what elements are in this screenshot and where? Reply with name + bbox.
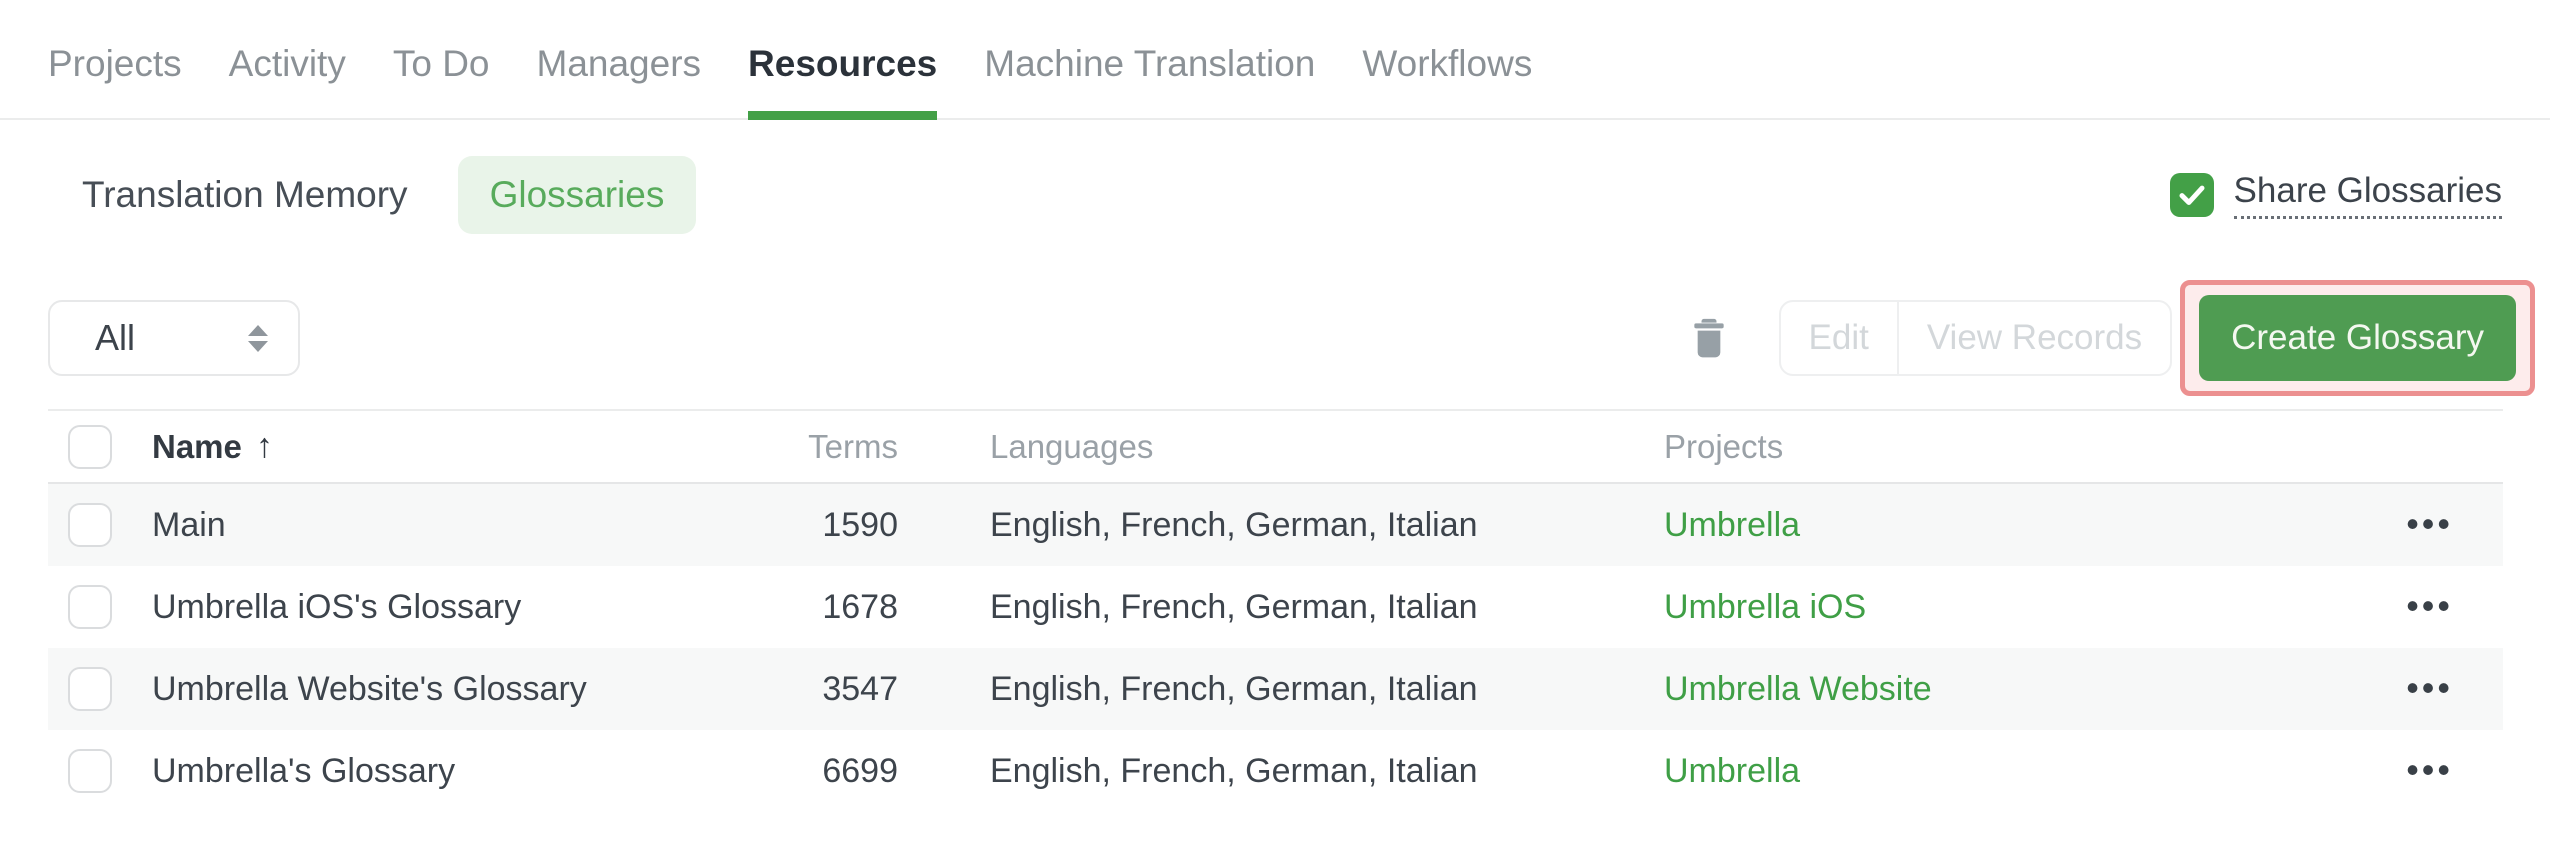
row-checkbox-cell	[48, 749, 152, 793]
main-nav: Projects Activity To Do Managers Resourc…	[0, 0, 2550, 120]
glossary-terms-count: 1590	[822, 505, 898, 544]
checkmark-icon	[2177, 180, 2207, 210]
row-checkbox[interactable]	[68, 585, 112, 629]
header-checkbox-cell	[48, 424, 152, 469]
glossary-filter-value: All	[95, 317, 136, 358]
glossary-name: Main	[152, 505, 226, 544]
glossary-toolbar: All Edit View Records Create Glossary	[48, 280, 2535, 396]
ellipsis-icon: •••	[2406, 748, 2453, 790]
row-menu-button[interactable]: •••	[2406, 748, 2453, 790]
trash-icon	[1689, 316, 1729, 360]
share-glossaries-label[interactable]: Share Glossaries	[2233, 171, 2502, 219]
nav-tab-projects[interactable]: Projects	[48, 44, 182, 118]
nav-tab-managers[interactable]: Managers	[537, 44, 702, 118]
toolbar-actions: Edit View Records Create Glossary	[1689, 280, 2535, 396]
row-menu-button[interactable]: •••	[2406, 666, 2453, 708]
glossary-terms-count: 3547	[822, 669, 898, 708]
glossary-name: Umbrella iOS's Glossary	[152, 587, 522, 626]
sort-ascending-icon: ↑	[255, 427, 273, 465]
project-link[interactable]: Umbrella	[1664, 752, 1800, 790]
select-all-checkbox[interactable]	[68, 424, 112, 469]
resource-subtabs: Translation Memory Glossaries	[50, 156, 697, 234]
share-glossaries-toggle[interactable]: Share Glossaries	[2169, 171, 2502, 219]
glossary-terms-count: 6699	[822, 751, 898, 790]
column-header-languages[interactable]: Languages	[898, 428, 1664, 466]
selection-actions-group: Edit View Records	[1778, 300, 2173, 376]
delete-glossary-button[interactable]	[1689, 316, 1729, 360]
column-header-name[interactable]: Name ↑	[152, 427, 748, 466]
column-header-projects[interactable]: Projects	[1664, 428, 2348, 466]
column-header-terms[interactable]: Terms	[748, 428, 898, 466]
nav-tab-activity[interactable]: Activity	[229, 44, 346, 118]
unfold-more-icon	[248, 324, 268, 352]
name-header-label: Name	[152, 427, 242, 465]
glossary-languages: English, French, German, Italian	[990, 751, 1478, 790]
glossary-name: Umbrella's Glossary	[152, 751, 456, 790]
ellipsis-icon: •••	[2406, 584, 2453, 626]
table-row: Umbrella iOS's Glossary 1678 English, Fr…	[48, 566, 2503, 648]
project-link[interactable]: Umbrella	[1664, 506, 1800, 544]
table-row: Umbrella Website's Glossary 3547 English…	[48, 648, 2503, 730]
row-checkbox-cell	[48, 667, 152, 711]
glossaries-table: Name ↑ Terms Languages Projects Main 159…	[48, 409, 2503, 812]
nav-tab-todo[interactable]: To Do	[393, 44, 490, 118]
glossary-name: Umbrella Website's Glossary	[152, 669, 587, 708]
nav-tab-workflows[interactable]: Workflows	[1362, 44, 1532, 118]
subtab-translation-memory[interactable]: Translation Memory	[50, 156, 440, 234]
create-glossary-button[interactable]: Create Glossary	[2199, 295, 2516, 381]
share-glossaries-checkbox[interactable]	[2169, 173, 2214, 217]
nav-tab-machine-translation[interactable]: Machine Translation	[984, 44, 1315, 118]
subheader: Translation Memory Glossaries Share Glos…	[50, 156, 2502, 234]
nav-tab-resources[interactable]: Resources	[748, 44, 938, 120]
subtab-glossaries[interactable]: Glossaries	[457, 156, 697, 234]
project-link[interactable]: Umbrella Website	[1664, 670, 1932, 708]
row-menu-button[interactable]: •••	[2406, 502, 2453, 544]
row-checkbox[interactable]	[68, 667, 112, 711]
table-row: Main 1590 English, French, German, Itali…	[48, 484, 2503, 566]
project-link[interactable]: Umbrella iOS	[1664, 588, 1866, 626]
edit-button[interactable]: Edit	[1781, 302, 1897, 374]
ellipsis-icon: •••	[2406, 666, 2453, 708]
row-checkbox[interactable]	[68, 749, 112, 793]
row-checkbox-cell	[48, 585, 152, 629]
glossary-languages: English, French, German, Italian	[990, 505, 1478, 544]
view-records-button[interactable]: View Records	[1899, 302, 2170, 374]
create-glossary-highlight: Create Glossary	[2180, 280, 2535, 396]
glossary-filter-select[interactable]: All	[48, 300, 300, 376]
row-checkbox[interactable]	[68, 503, 112, 547]
glossary-languages: English, French, German, Italian	[990, 669, 1478, 708]
glossary-languages: English, French, German, Italian	[990, 587, 1478, 626]
row-menu-button[interactable]: •••	[2406, 584, 2453, 626]
glossary-terms-count: 1678	[822, 587, 898, 626]
table-header-row: Name ↑ Terms Languages Projects	[48, 411, 2503, 484]
row-checkbox-cell	[48, 503, 152, 547]
ellipsis-icon: •••	[2406, 502, 2453, 544]
table-row: Umbrella's Glossary 6699 English, French…	[48, 730, 2503, 812]
